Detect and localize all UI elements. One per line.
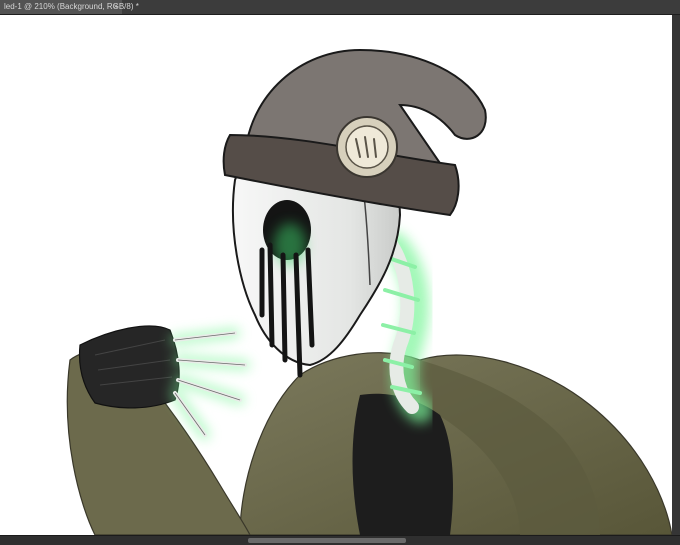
document-canvas[interactable] [0,15,680,535]
glove [78,325,180,409]
canvas-edge [672,15,680,535]
document-tab-title: led-1 @ 210% (Background, RGB/8) * [4,2,139,11]
artwork-illustration [66,48,673,535]
scrollbar-thumb[interactable] [248,538,406,543]
document-tab-bar: led-1 @ 210% (Background, RGB/8) * × [0,0,680,15]
document-tab[interactable]: led-1 @ 210% (Background, RGB/8) * × [0,0,139,14]
fingers [173,331,247,437]
shirt [352,393,453,535]
tab-close-icon[interactable]: × [113,0,118,14]
